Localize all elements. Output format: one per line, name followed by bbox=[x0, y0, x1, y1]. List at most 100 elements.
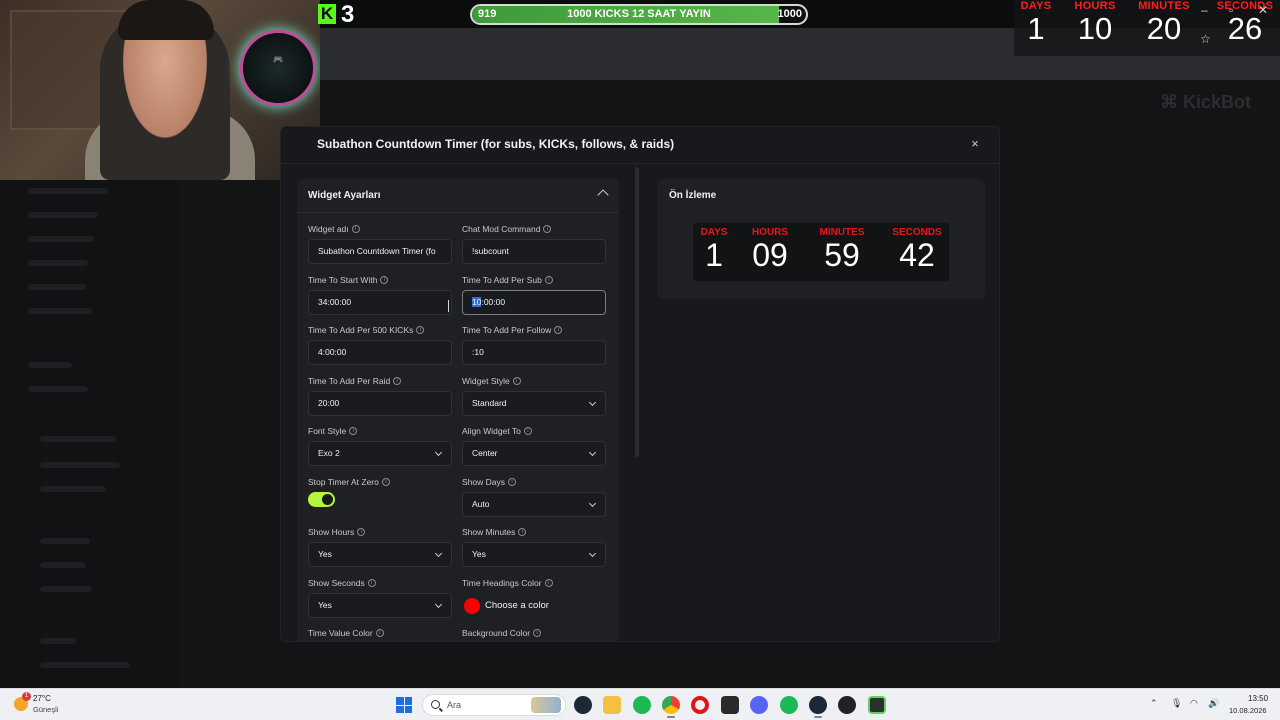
sidebar-placeholder-line bbox=[28, 212, 98, 218]
info-icon[interactable]: i bbox=[381, 478, 390, 486]
info-icon[interactable]: i bbox=[554, 326, 563, 334]
chat-mod-command-input[interactable]: !subcount bbox=[462, 239, 606, 264]
field-label-text: Time To Add Per Follow bbox=[462, 325, 552, 335]
active-app-indicator bbox=[814, 716, 822, 718]
file-explorer-icon[interactable] bbox=[603, 696, 621, 714]
steam-icon[interactable] bbox=[809, 696, 827, 714]
background-color-field: Background Color i bbox=[462, 627, 608, 639]
background-color-label: Background Color i bbox=[462, 627, 608, 639]
show-seconds-select[interactable]: Yes bbox=[308, 593, 452, 618]
info-icon[interactable]: i bbox=[533, 629, 542, 637]
epic-games-icon[interactable] bbox=[721, 696, 739, 714]
weather-description[interactable]: Güneşli bbox=[33, 705, 58, 714]
preview-title: Ön İzleme bbox=[669, 190, 717, 201]
chevron-up-icon[interactable] bbox=[597, 189, 609, 201]
field-label-text: Widget adı bbox=[308, 224, 349, 234]
info-icon[interactable]: i bbox=[512, 377, 521, 385]
opera-icon[interactable] bbox=[691, 696, 709, 714]
settings-panel-title: Widget Ayarları bbox=[308, 190, 381, 201]
field-label-text: Time Headings Color bbox=[462, 578, 542, 588]
goal-progress-bar: 919 1000 KICKS 12 SAAT YAYIN 1000 bbox=[470, 4, 808, 25]
xbox-icon[interactable] bbox=[838, 696, 856, 714]
select-value: Exo 2 bbox=[318, 448, 340, 458]
info-icon[interactable]: i bbox=[393, 377, 402, 385]
webcam-feed: 🎮 bbox=[0, 0, 320, 180]
info-icon[interactable]: i bbox=[523, 427, 532, 435]
overlay-timer-days: DAYS 1 bbox=[1014, 0, 1058, 46]
preview-panel: Ön İzleme DAYS 1 HOURS 09 MINUTES 59 SEC… bbox=[657, 179, 985, 299]
time-per-sub-input[interactable]: 10:00:00 bbox=[462, 290, 606, 315]
info-icon[interactable]: i bbox=[380, 276, 389, 284]
taskbar-search[interactable]: Ara bbox=[422, 694, 566, 716]
info-icon[interactable]: i bbox=[544, 579, 553, 587]
wifi-icon[interactable]: ◠ bbox=[1190, 698, 1198, 709]
search-highlight-image bbox=[531, 697, 561, 713]
info-icon[interactable]: i bbox=[508, 478, 516, 486]
weather-temperature[interactable]: 27°C bbox=[33, 694, 51, 703]
field-label-text: Show Hours bbox=[308, 527, 355, 537]
time-to-start-input[interactable]: 34:00:00 bbox=[308, 290, 452, 315]
spotify-icon[interactable] bbox=[633, 696, 651, 714]
sidebar-placeholder-line bbox=[28, 362, 72, 368]
time-per-500-kicks-input[interactable]: 4:00:00 bbox=[308, 340, 452, 365]
info-icon[interactable]: i bbox=[416, 326, 425, 334]
align-widget-select[interactable]: Center bbox=[462, 441, 606, 466]
volume-icon[interactable]: 🔊 bbox=[1208, 698, 1219, 709]
field-label-text: Show Days bbox=[462, 477, 505, 487]
font-style-select[interactable]: Exo 2 bbox=[308, 441, 452, 466]
color-swatch[interactable] bbox=[464, 597, 480, 614]
settings-panel-header[interactable]: Widget Ayarları bbox=[297, 179, 619, 213]
preview-timer-seconds: SECONDS 42 bbox=[889, 227, 945, 272]
stop-timer-at-zero-field: Stop Timer At Zero i bbox=[308, 476, 454, 507]
microphone-icon[interactable]: 🎙 bbox=[1171, 698, 1182, 709]
maximize-icon[interactable]: ▫ bbox=[1229, 3, 1233, 17]
widget-name-field: Widget adı i Subathon Countdown Timer (fo bbox=[308, 223, 454, 264]
info-icon[interactable]: i bbox=[357, 528, 366, 536]
info-icon[interactable]: i bbox=[375, 629, 384, 637]
chevron-up-icon[interactable]: ⌃ bbox=[1150, 698, 1158, 709]
modal-close-button[interactable]: × bbox=[967, 136, 983, 152]
preview-timer-days: DAYS 1 bbox=[695, 227, 733, 272]
field-label-text: Show Seconds bbox=[308, 578, 365, 588]
settings-scrollbar[interactable] bbox=[635, 167, 639, 457]
chrome-icon[interactable] bbox=[662, 696, 680, 714]
info-icon[interactable]: i bbox=[351, 225, 360, 233]
preview-timer-value: 1 bbox=[705, 237, 723, 273]
info-icon[interactable]: i bbox=[367, 579, 376, 587]
sidebar-placeholder-line bbox=[40, 486, 106, 492]
terminal-icon[interactable] bbox=[868, 696, 886, 714]
goal-end-value: 1000 bbox=[777, 8, 802, 20]
widget-style-select[interactable]: Standard bbox=[462, 391, 606, 416]
clock-time[interactable]: 13:50 bbox=[1248, 694, 1268, 703]
field-label-text: Time To Add Per Raid bbox=[308, 376, 391, 386]
info-icon[interactable]: i bbox=[518, 528, 527, 536]
info-icon[interactable]: i bbox=[543, 225, 552, 233]
show-hours-select[interactable]: Yes bbox=[308, 542, 452, 567]
star-icon: ☆ bbox=[1200, 32, 1211, 46]
show-minutes-select[interactable]: Yes bbox=[462, 542, 606, 567]
steam-icon[interactable] bbox=[574, 696, 592, 714]
widget-name-input[interactable]: Subathon Countdown Timer (fo bbox=[308, 239, 452, 264]
time-headings-color-picker[interactable]: Choose a color bbox=[462, 593, 608, 618]
time-per-follow-input[interactable]: :10 bbox=[462, 340, 606, 365]
modal-header-divider bbox=[281, 163, 999, 164]
toggle-knob bbox=[322, 494, 333, 505]
spotify-icon[interactable] bbox=[780, 696, 798, 714]
windows-start-icon[interactable] bbox=[396, 697, 412, 713]
time-value-color-label: Time Value Color i bbox=[308, 627, 454, 639]
input-text: :00:00 bbox=[481, 297, 506, 307]
clock-date[interactable]: 10.08.2026 bbox=[1229, 706, 1267, 715]
close-window-icon[interactable]: ✕ bbox=[1258, 3, 1268, 17]
chevron-down-icon bbox=[434, 448, 443, 457]
chevron-down-icon bbox=[434, 600, 443, 609]
show-days-select[interactable]: Auto bbox=[462, 492, 606, 517]
time-per-500-kicks-label: Time To Add Per 500 KICKs i bbox=[308, 324, 454, 336]
minimize-icon[interactable]: – bbox=[1201, 3, 1208, 17]
info-icon[interactable]: i bbox=[544, 276, 553, 284]
discord-icon[interactable] bbox=[750, 696, 768, 714]
time-per-follow-field: Time To Add Per Follow i :10 bbox=[462, 324, 608, 365]
time-per-raid-input[interactable]: 20:00 bbox=[308, 391, 452, 416]
preview-timer-value: 42 bbox=[899, 237, 935, 273]
stop-timer-at-zero-toggle[interactable] bbox=[308, 492, 335, 507]
info-icon[interactable]: i bbox=[349, 427, 358, 435]
